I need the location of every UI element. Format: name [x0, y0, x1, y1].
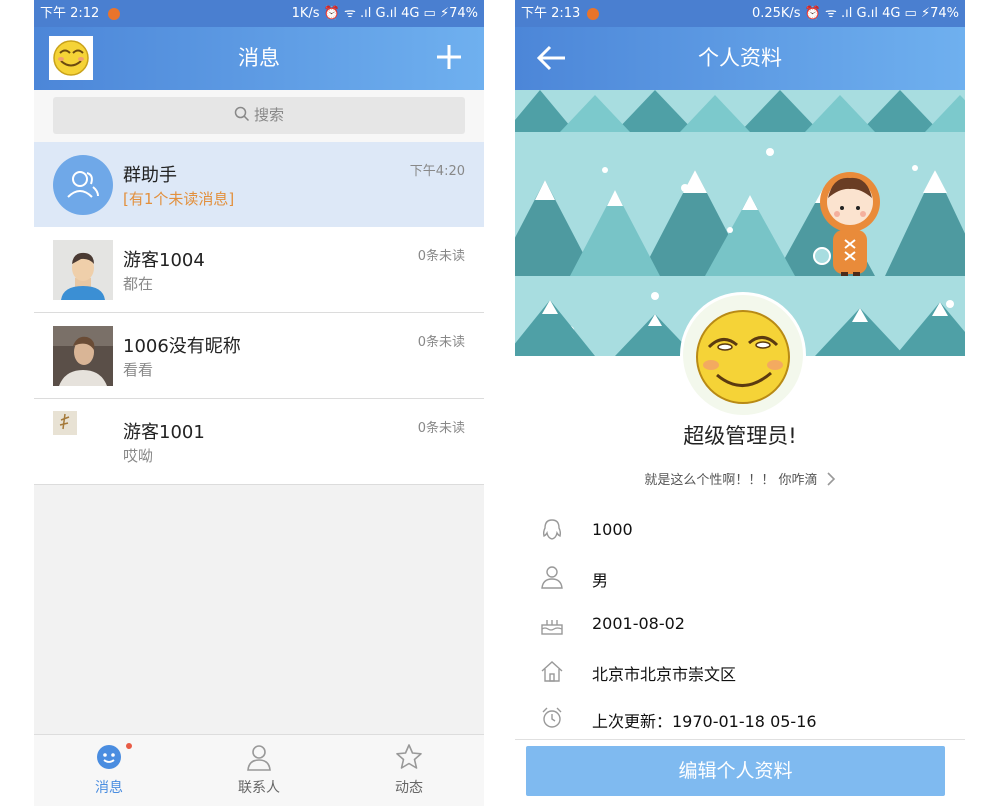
info-row-gender: 男 [515, 553, 965, 600]
search-placeholder: 搜索 [253, 106, 284, 124]
user-avatar [53, 326, 113, 386]
star-icon [396, 744, 422, 769]
home-icon [541, 661, 563, 682]
status-time: 下午 2:13 [521, 6, 581, 21]
title-bar: 消息 [34, 27, 484, 90]
conversation-name: 群助手 [123, 165, 177, 186]
tab-label: 联系人 [238, 780, 280, 796]
unread-count: 0条未读 [417, 249, 465, 264]
profile-nickname: 超级管理员! [683, 424, 797, 448]
profile-signature[interactable]: 就是这么个性啊！！！ 你咋滴 [515, 469, 965, 488]
add-button[interactable] [432, 40, 466, 74]
bottom-tab-bar: 消息 联系人 动态 [34, 734, 484, 806]
profile-avatar[interactable] [680, 292, 806, 418]
info-row-location: 北京市北京市崇文区 [515, 647, 965, 694]
page-title: 消息 [238, 46, 280, 70]
conversation-item[interactable]: 游客1001 哎呦 0条未读 [34, 399, 484, 485]
person-icon [247, 745, 271, 771]
notification-dot-icon [587, 8, 599, 20]
info-row-qq: 1000 [515, 506, 965, 553]
cake-icon [541, 620, 563, 635]
status-bar: 下午 2:12 1K/s ⏰ ᯤ .ıl G.ıl 4G ▭ ⚡74% [34, 0, 484, 27]
tab-contacts[interactable]: 联系人 [184, 735, 334, 806]
plus-icon [437, 45, 461, 69]
unread-dot [126, 743, 132, 749]
group-assistant-avatar [53, 155, 113, 215]
tab-label: 动态 [395, 780, 423, 796]
person-icon [541, 566, 563, 589]
conversation-preview: 哎呦 [123, 447, 154, 465]
birthday-value: 2001-08-02 [592, 614, 685, 633]
alarm-clock-icon [542, 707, 562, 728]
qq-penguin-icon [542, 519, 562, 540]
search-icon [234, 106, 250, 122]
tab-label: 消息 [95, 780, 123, 796]
unread-count: 0条未读 [417, 335, 465, 350]
messages-screen: 下午 2:12 1K/s ⏰ ᯤ .ıl G.ıl 4G ▭ ⚡74% 消息 搜… [34, 0, 484, 806]
conversation-preview: 都在 [123, 275, 154, 293]
chevron-right-icon [827, 472, 835, 486]
qq-number: 1000 [592, 520, 633, 539]
conversation-item[interactable]: 1006没有昵称 看看 0条未读 [34, 313, 484, 399]
conversation-name: 游客1001 [123, 422, 205, 443]
notification-dot-icon [108, 8, 120, 20]
search-bar-container: 搜索 [34, 90, 484, 142]
search-input[interactable]: 搜索 [53, 97, 465, 134]
conversation-item[interactable]: 游客1004 都在 0条未读 [34, 227, 484, 313]
title-bar: 个人资料 [515, 27, 965, 90]
last-updated-value: 上次更新：1970-01-18 05-16 [592, 712, 817, 731]
tab-moments[interactable]: 动态 [334, 735, 484, 806]
gender-value: 男 [592, 571, 609, 590]
conversation-list: 群助手 [有1个未读消息] 下午4:20 游客1004 都在 0条未读 1006… [34, 142, 484, 485]
profile-screen: 下午 2:13 0.25K/s ⏰ ᯤ .ıl G.ıl 4G ▭ ⚡74% 个… [515, 0, 965, 806]
unread-count: 0条未读 [417, 421, 465, 436]
conversation-preview: [有1个未读消息] [123, 190, 235, 208]
location-value: 北京市北京市崇文区 [592, 665, 737, 684]
edit-profile-button[interactable]: 编辑个人资料 [526, 746, 945, 796]
chat-bubble-icon [97, 745, 121, 769]
conversation-item[interactable]: 群助手 [有1个未读消息] 下午4:20 [34, 142, 484, 227]
conversation-time: 下午4:20 [409, 164, 465, 179]
conversation-name: 游客1004 [123, 250, 205, 271]
status-indicators: 0.25K/s ⏰ ᯤ .ıl G.ıl 4G ▭ ⚡74% [751, 6, 959, 21]
signature-text: 就是这么个性啊！！！ 你咋滴 [644, 473, 818, 488]
profile-info-list: 1000 男 2001-08-02 北京市北京市崇文区 上次更新：1970-01… [515, 506, 965, 741]
user-avatar [53, 240, 113, 300]
conversation-name: 1006没有昵称 [123, 336, 241, 357]
user-avatar [53, 411, 77, 435]
status-indicators: 1K/s ⏰ ᯤ .ıl G.ıl 4G ▭ ⚡74% [291, 6, 478, 21]
info-row-updated: 上次更新：1970-01-18 05-16 [515, 694, 965, 741]
status-time: 下午 2:12 [40, 6, 100, 21]
tab-messages[interactable]: 消息 [34, 735, 184, 806]
status-bar: 下午 2:13 0.25K/s ⏰ ᯤ .ıl G.ıl 4G ▭ ⚡74% [515, 0, 965, 27]
conversation-preview: 看看 [123, 361, 154, 379]
page-title: 个人资料 [698, 46, 782, 70]
divider [515, 739, 965, 740]
info-row-birthday: 2001-08-02 [515, 600, 965, 647]
